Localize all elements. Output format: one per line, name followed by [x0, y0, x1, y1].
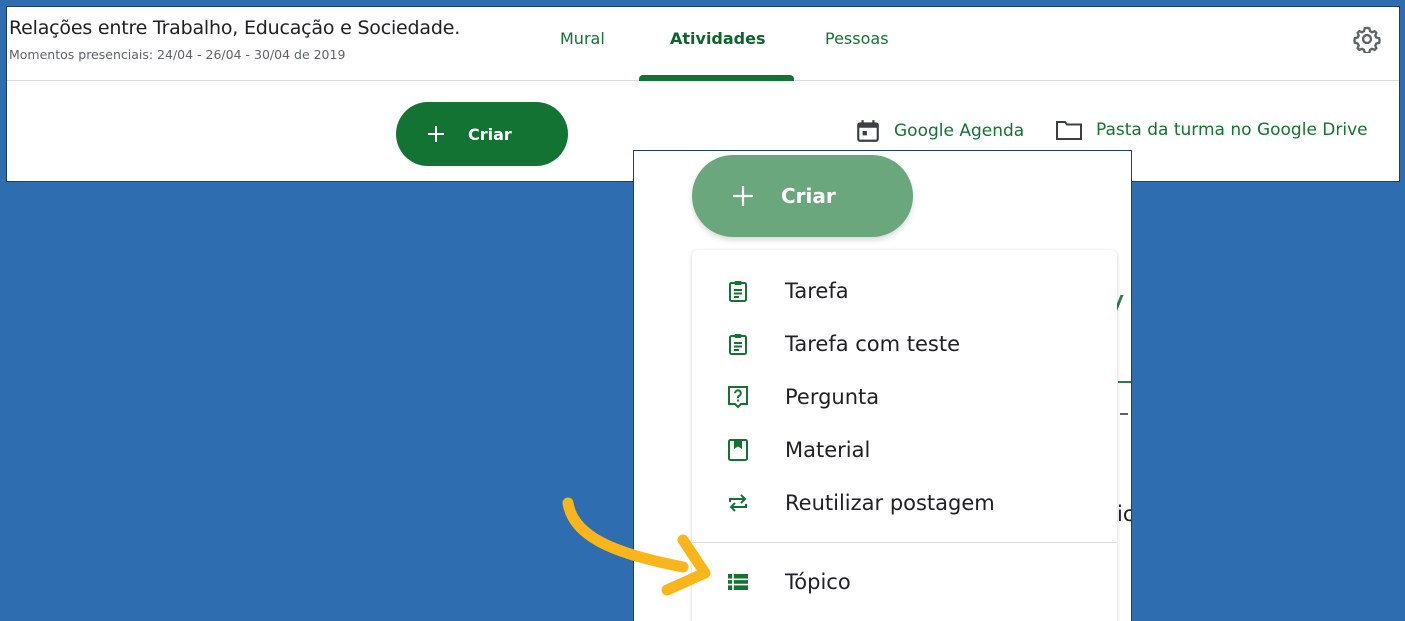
create-button-expanded-label: Criar [781, 184, 836, 208]
plus-icon [428, 126, 444, 142]
background-fragment-dash [1120, 413, 1128, 415]
topic-icon [728, 573, 748, 590]
tab-bar: Mural Atividades Pessoas [7, 7, 1399, 81]
menu-item-label: Material [785, 437, 871, 462]
menu-item-label: Reutilizar postagem [785, 490, 995, 515]
background-fragment-line [1118, 381, 1131, 383]
reuse-icon [729, 493, 747, 512]
menu-divider [692, 542, 1117, 543]
create-menu-screenshot: ic Criar Tarefa Tarefa com teste [633, 150, 1132, 621]
create-button[interactable]: Criar [396, 102, 568, 166]
drive-folder-link[interactable]: Pasta da turma no Google Drive [1055, 118, 1368, 142]
menu-item-tarefa[interactable]: Tarefa [692, 264, 1117, 317]
menu-item-topico[interactable]: Tópico [692, 555, 1117, 608]
create-button-label: Criar [468, 124, 512, 144]
assignment-icon [729, 280, 747, 302]
menu-item-label: Tarefa [785, 278, 849, 303]
menu-item-tarefa-com-teste[interactable]: Tarefa com teste [692, 317, 1117, 370]
material-icon [728, 438, 748, 461]
menu-item-material[interactable]: Material [692, 423, 1117, 476]
tab-pessoas[interactable]: Pessoas [825, 29, 889, 48]
folder-icon [1056, 121, 1082, 140]
create-button-expanded[interactable]: Criar [692, 155, 913, 237]
menu-item-label: Tarefa com teste [785, 331, 961, 356]
create-dropdown-menu: Tarefa Tarefa com teste Pergunta Materia… [692, 250, 1117, 621]
calendar-icon [857, 120, 879, 142]
google-calendar-label: Google Agenda [894, 121, 1025, 141]
menu-item-label: Pergunta [785, 384, 880, 409]
menu-item-label: Tópico [785, 569, 851, 594]
drive-folder-label: Pasta da turma no Google Drive [1096, 120, 1368, 140]
tab-atividades[interactable]: Atividades [670, 29, 766, 48]
tab-mural[interactable]: Mural [560, 29, 605, 48]
plus-icon [733, 186, 753, 206]
header: Relações entre Trabalho, Educação e Soci… [7, 7, 1399, 81]
menu-item-reutilizar-postagem[interactable]: Reutilizar postagem [692, 476, 1117, 529]
google-calendar-link[interactable]: Google Agenda [855, 118, 1024, 144]
gear-icon[interactable] [1353, 25, 1381, 55]
background-fragment-text: ic [1117, 502, 1131, 526]
menu-item-pergunta[interactable]: Pergunta [692, 370, 1117, 423]
quiz-assignment-icon [729, 333, 747, 355]
question-icon [728, 385, 748, 408]
